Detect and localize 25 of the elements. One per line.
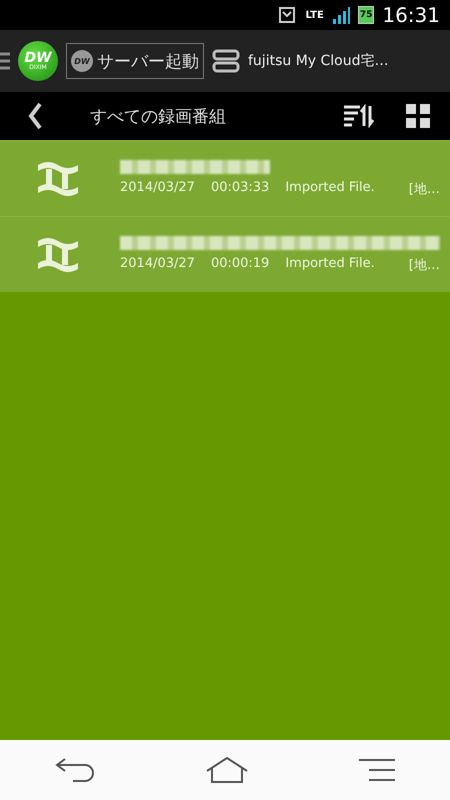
recording-date: 2014/03/27	[120, 256, 195, 272]
sort-icon[interactable]	[344, 104, 374, 128]
clock-time: 16:31	[382, 3, 440, 27]
recording-channel: [地…	[408, 256, 440, 274]
recording-row[interactable]: 2014/03/27 00:00:19 Imported File. [地…	[0, 216, 450, 292]
back-icon[interactable]	[55, 757, 95, 783]
screen-title: すべての録画番組	[89, 106, 227, 128]
server-name: fujitsu My Cloud宅…	[248, 52, 388, 70]
recording-source: Imported File.	[285, 256, 375, 272]
recording-date: 2014/03/27	[120, 180, 195, 196]
recording-duration: 00:00:19	[210, 256, 270, 272]
recording-channel: [地…	[408, 180, 440, 198]
network-type: LTE	[305, 10, 324, 20]
signal-icon	[332, 6, 350, 24]
battery-icon: 75	[358, 6, 374, 24]
server-icon[interactable]	[212, 49, 240, 73]
notification-icon	[277, 6, 298, 24]
server-start-button[interactable]: DW サーバー起動	[66, 43, 204, 79]
menu-icon[interactable]	[359, 759, 395, 781]
recording-source: Imported File.	[285, 180, 375, 196]
recording-duration: 00:03:33	[210, 180, 270, 196]
grid-view-icon[interactable]	[406, 104, 430, 128]
home-icon[interactable]	[205, 757, 249, 783]
recording-row[interactable]: 2014/03/27 00:03:33 Imported File. [地…	[0, 140, 450, 216]
menu-icon[interactable]	[0, 52, 10, 70]
